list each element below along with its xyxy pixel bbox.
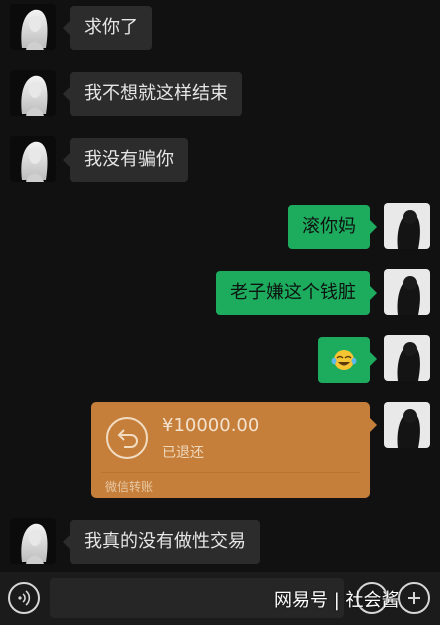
message-bubble[interactable]: 我没有骗你 bbox=[63, 138, 188, 182]
message-bubble[interactable]: 老子嫌这个钱脏 bbox=[216, 271, 377, 315]
avatar[interactable] bbox=[10, 4, 56, 50]
input-bar: 网易号 | 社会酱 bbox=[0, 572, 440, 625]
transfer-amount: ¥10000.00 bbox=[162, 415, 260, 436]
return-arrow-icon bbox=[106, 417, 148, 459]
avatar[interactable] bbox=[384, 335, 430, 381]
message-bubble[interactable]: 滚你妈 bbox=[288, 205, 377, 249]
plus-button[interactable] bbox=[398, 582, 430, 614]
message-bubble[interactable]: 我真的没有做性交易 bbox=[63, 520, 260, 564]
voice-icon bbox=[18, 590, 31, 606]
plus-icon bbox=[408, 592, 420, 604]
message-bubble[interactable]: 求你了 bbox=[63, 6, 152, 50]
message-bubble[interactable] bbox=[318, 337, 377, 383]
transfer-card[interactable]: ¥10000.00 已退还 微信转账 bbox=[91, 402, 377, 498]
avatar[interactable] bbox=[384, 402, 430, 448]
avatar[interactable] bbox=[384, 269, 430, 315]
message-bubble[interactable]: 我不想就这样结束 bbox=[63, 72, 242, 116]
avatar[interactable] bbox=[10, 518, 56, 564]
watermark: 网易号 | 社会酱 bbox=[274, 590, 400, 611]
avatar[interactable] bbox=[384, 203, 430, 249]
grinning-tears-emoji-icon bbox=[331, 350, 357, 370]
transfer-status: 已退还 bbox=[162, 445, 204, 461]
avatar[interactable] bbox=[10, 136, 56, 182]
voice-button[interactable] bbox=[8, 582, 40, 614]
avatar[interactable] bbox=[10, 70, 56, 116]
divider bbox=[101, 472, 360, 473]
transfer-label: 微信转账 bbox=[105, 480, 154, 494]
